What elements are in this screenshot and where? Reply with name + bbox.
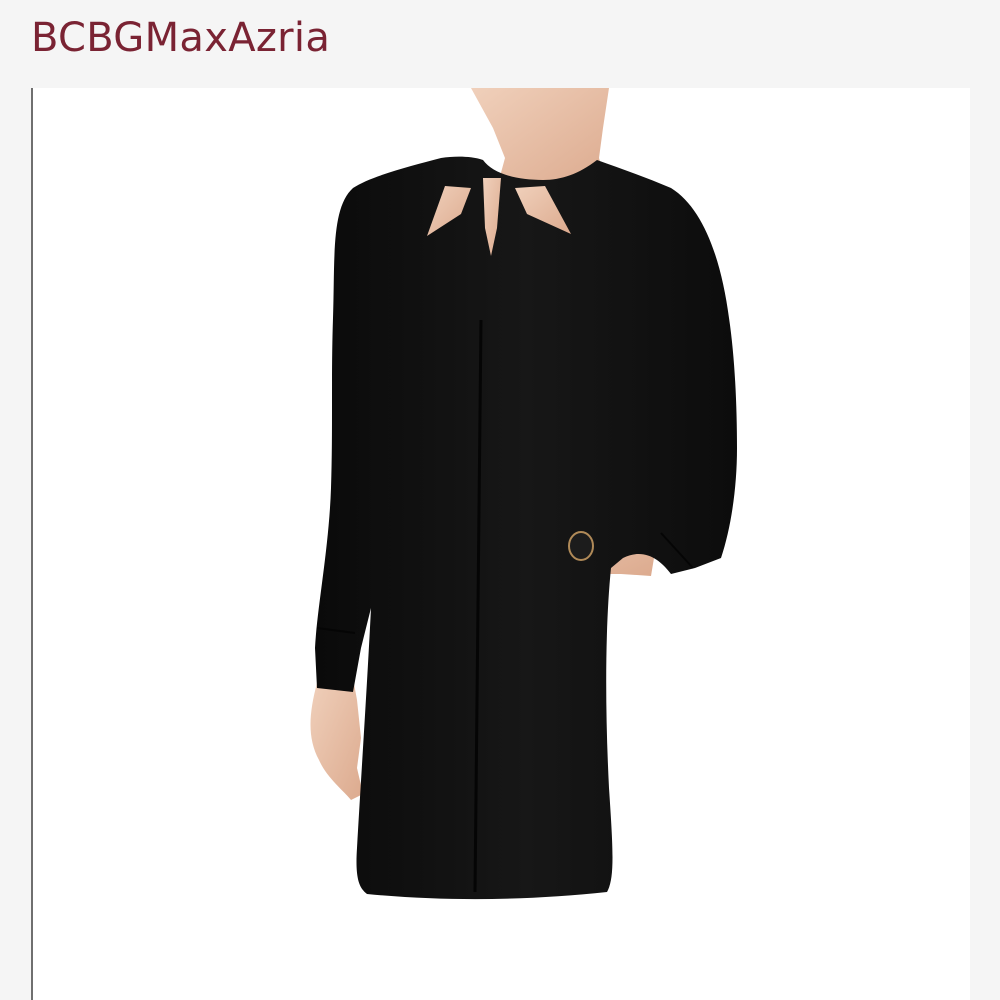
dress-photo-icon (310, 88, 737, 900)
brand-name[interactable]: BCBGMaxAzria (31, 14, 330, 62)
ring (568, 531, 594, 561)
dress-body (315, 156, 737, 900)
product-photo[interactable] (31, 88, 970, 1000)
left-hand-skin (310, 678, 363, 800)
product-page: BCBGMaxAzria (0, 0, 1000, 1000)
brand-header: BCBGMaxAzria (0, 0, 1000, 84)
frame-divider (31, 88, 33, 1000)
